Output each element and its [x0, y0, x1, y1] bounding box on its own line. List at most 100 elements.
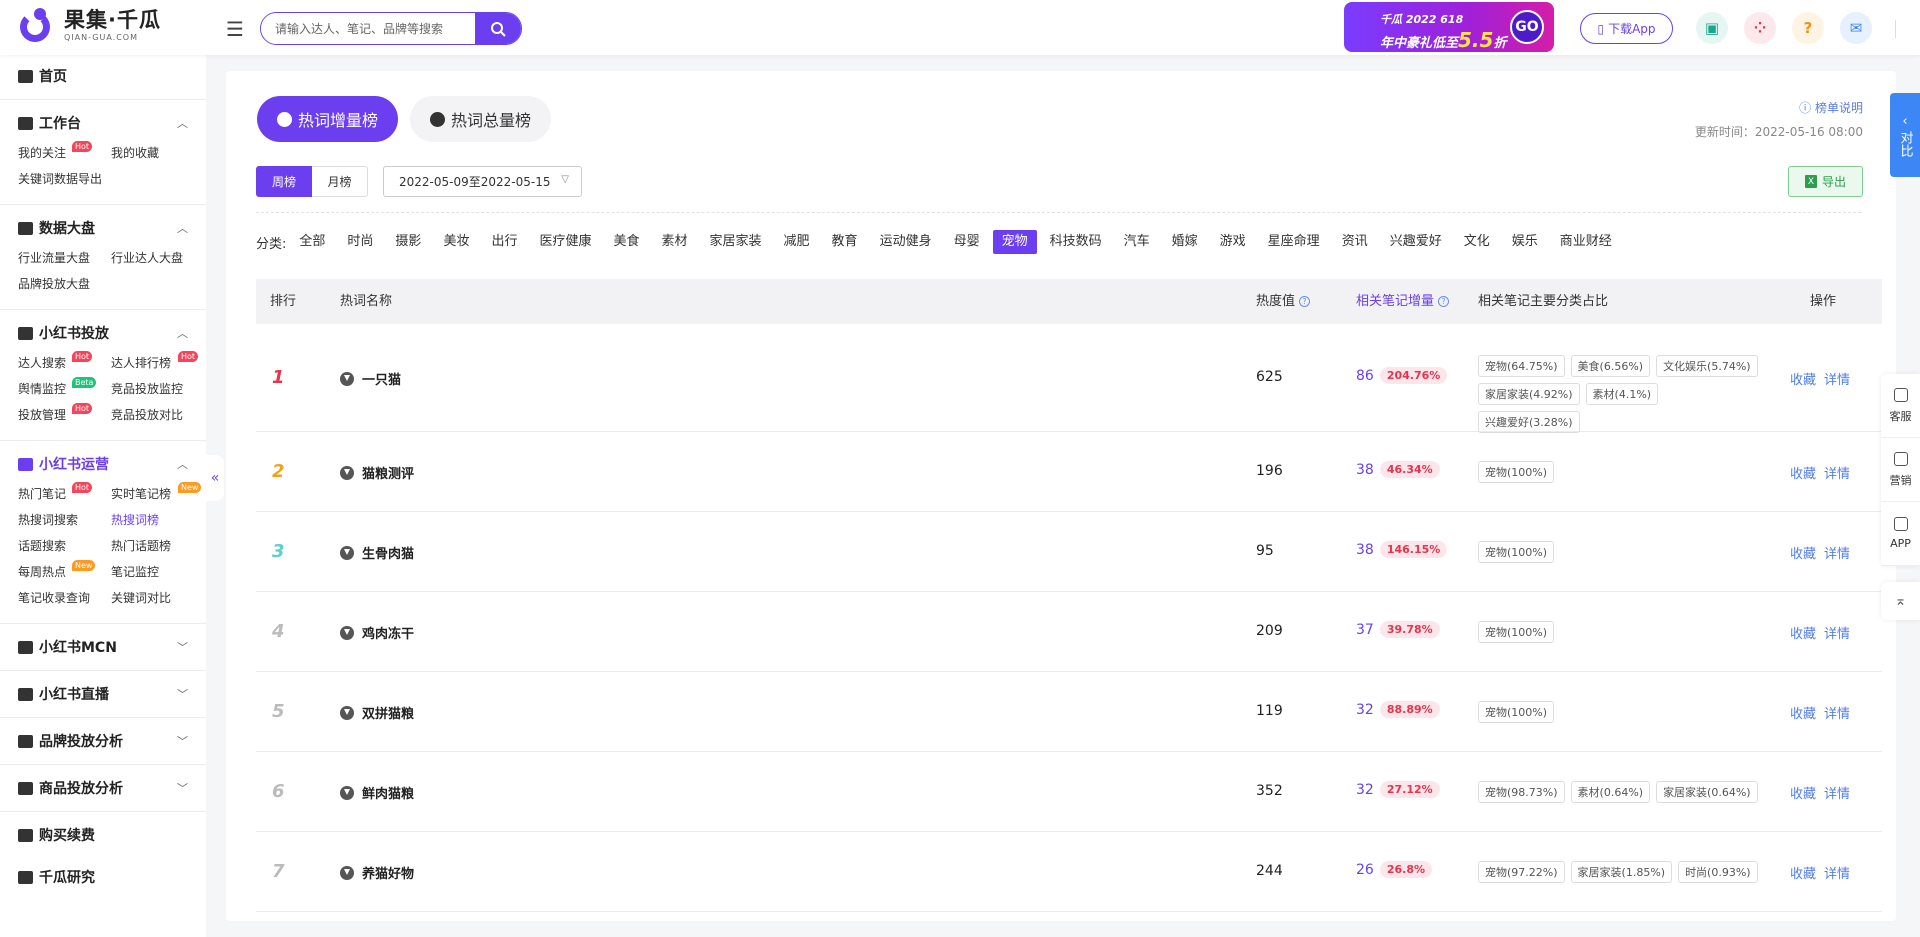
favorite-link[interactable]: 收藏 — [1790, 627, 1816, 642]
category-option[interactable]: 美食 — [604, 230, 648, 254]
col-inc[interactable]: 相关笔记增量? — [1356, 279, 1450, 324]
sidebar-item[interactable]: 我的关注 Hot — [18, 140, 111, 166]
detail-link[interactable]: 详情 — [1824, 787, 1850, 802]
category-option[interactable]: 家居家装 — [701, 230, 771, 254]
date-range-select[interactable]: 2022-05-09至2022-05-15 ▽ — [383, 166, 582, 197]
category-option[interactable]: 星座命理 — [1259, 230, 1329, 254]
category-option[interactable]: 娱乐 — [1503, 230, 1547, 254]
sidebar-item[interactable]: 热搜词搜索 — [18, 507, 111, 533]
gift-icon[interactable]: ▣ — [1696, 12, 1728, 44]
keyword-name[interactable]: 鸡肉冻干 — [340, 623, 414, 642]
keyword-name[interactable]: 猫粮测评 — [340, 463, 414, 482]
sidebar-more[interactable]: 千瓜研究 — [0, 854, 206, 902]
sidebar-item[interactable]: 行业达人大盘 — [111, 245, 204, 271]
keyword-name[interactable]: 养猫好物 — [340, 863, 414, 882]
keyword-name[interactable]: 一只猫 — [340, 369, 401, 388]
sidebar-section-header[interactable]: 小红书投放 ︿ — [18, 320, 206, 346]
category-option[interactable]: 科技数码 — [1041, 230, 1111, 254]
sidebar-item[interactable]: 竞品投放监控 — [111, 376, 204, 402]
search-button[interactable] — [475, 13, 521, 44]
sidebar-section-header[interactable]: 小红书运营 ︿ — [18, 451, 206, 477]
category-option[interactable]: 摄影 — [386, 230, 430, 254]
tab-total[interactable]: 热词总量榜 — [410, 96, 552, 142]
collapse-sidebar-icon[interactable]: « — [206, 455, 224, 501]
detail-link[interactable]: 详情 — [1824, 547, 1850, 562]
favorite-link[interactable]: 收藏 — [1790, 707, 1816, 722]
sidebar-item[interactable]: 热搜词榜 — [111, 507, 204, 533]
detail-link[interactable]: 详情 — [1824, 867, 1850, 882]
sidebar-item[interactable]: 关键词数据导出 — [18, 166, 111, 192]
category-option[interactable]: 运动健身 — [871, 230, 941, 254]
category-option[interactable]: 母婴 — [945, 230, 989, 254]
sidebar-item[interactable]: 话题搜索 — [18, 533, 111, 559]
download-app-button[interactable]: ▯ 下载App — [1580, 13, 1673, 44]
sidebar-item[interactable]: 达人排行榜 Hot — [111, 350, 204, 376]
sidebar-item[interactable]: 实时笔记榜 New — [111, 481, 204, 507]
sidebar-item[interactable]: 我的收藏 — [111, 140, 204, 166]
menu-toggle-icon[interactable]: ☰ — [226, 17, 244, 41]
app-tool[interactable]: APP — [1881, 502, 1920, 566]
sidebar-home[interactable]: 首页 — [0, 55, 206, 100]
category-option[interactable]: 素材 — [653, 230, 697, 254]
sidebar-buy[interactable]: 购买续费 — [0, 812, 206, 854]
detail-link[interactable]: 详情 — [1824, 627, 1850, 642]
help-icon[interactable]: ? — [1792, 12, 1824, 44]
sidebar-item[interactable]: 每周热点 New — [18, 559, 111, 585]
search-input[interactable] — [261, 13, 475, 44]
favorite-link[interactable]: 收藏 — [1790, 867, 1816, 882]
back-to-top-icon[interactable]: ⌅ — [1881, 582, 1920, 620]
category-option[interactable]: 全部 — [290, 230, 334, 254]
category-option[interactable]: 医疗健康 — [530, 230, 600, 254]
sidebar-item[interactable]: 品牌投放大盘 — [18, 271, 111, 297]
compare-tab[interactable]: ‹ 对比 — [1890, 93, 1920, 177]
category-option[interactable]: 宠物 — [992, 230, 1037, 254]
keyword-name[interactable]: 生骨肉猫 — [340, 543, 414, 562]
category-option[interactable]: 美妆 — [434, 230, 478, 254]
detail-link[interactable]: 详情 — [1824, 467, 1850, 482]
sidebar-section-collapsed[interactable]: 小红书MCN ﹀ — [0, 624, 206, 671]
category-option[interactable]: 出行 — [482, 230, 526, 254]
category-option[interactable]: 时尚 — [338, 230, 382, 254]
favorite-link[interactable]: 收藏 — [1790, 787, 1816, 802]
export-button[interactable]: X 导出 — [1788, 166, 1863, 197]
favorite-link[interactable]: 收藏 — [1790, 373, 1816, 388]
detail-link[interactable]: 详情 — [1824, 707, 1850, 722]
sidebar-item[interactable]: 关键词对比 — [111, 585, 204, 611]
sidebar-section-collapsed[interactable]: 商品投放分析 ﹀ — [0, 765, 206, 812]
keyword-name[interactable]: 鲜肉猫粮 — [340, 783, 414, 802]
logo[interactable]: 果集·千瓜 QIAN-GUA.COM — [18, 8, 161, 42]
sidebar-item[interactable]: 投放管理 Hot — [18, 402, 111, 428]
category-option[interactable]: 减肥 — [775, 230, 819, 254]
marketing-tool[interactable]: 营销 — [1881, 438, 1920, 502]
sidebar-item[interactable]: 笔记收录查询 — [18, 585, 111, 611]
sidebar-section-header[interactable]: 工作台 ︿ — [18, 110, 206, 136]
category-option[interactable]: 游戏 — [1211, 230, 1255, 254]
period-month[interactable]: 月榜 — [312, 166, 368, 197]
sidebar-section-collapsed[interactable]: 小红书直播 ﹀ — [0, 671, 206, 718]
sidebar-item[interactable]: 热门话题榜 — [111, 533, 204, 559]
sidebar-item[interactable]: 达人搜索 Hot — [18, 350, 111, 376]
category-option[interactable]: 汽车 — [1115, 230, 1159, 254]
message-icon[interactable]: ✉ — [1840, 12, 1872, 44]
sidebar-item[interactable]: 舆情监控 Beta — [18, 376, 111, 402]
category-option[interactable]: 婚嫁 — [1163, 230, 1207, 254]
sidebar-section-collapsed[interactable]: 品牌投放分析 ﹀ — [0, 718, 206, 765]
sidebar-item[interactable]: 热门笔记 Hot — [18, 481, 111, 507]
sidebar-item[interactable]: 竞品投放对比 — [111, 402, 204, 428]
category-option[interactable]: 商业财经 — [1551, 230, 1621, 254]
promo-go-button[interactable]: GO — [1510, 10, 1544, 44]
period-week[interactable]: 周榜 — [256, 166, 312, 197]
category-option[interactable]: 教育 — [823, 230, 867, 254]
service-tool[interactable]: 客服 — [1881, 374, 1920, 438]
keyword-name[interactable]: 双拼猫粮 — [340, 703, 414, 722]
apps-icon[interactable]: ⁘ — [1744, 12, 1776, 44]
sidebar-section-header[interactable]: 数据大盘 ︿ — [18, 215, 206, 241]
sidebar-item[interactable]: 笔记监控 — [111, 559, 204, 585]
tab-increment[interactable]: 热词增量榜 — [257, 96, 399, 142]
category-option[interactable]: 文化 — [1455, 230, 1499, 254]
sidebar-item[interactable]: 行业流量大盘 — [18, 245, 111, 271]
favorite-link[interactable]: 收藏 — [1790, 467, 1816, 482]
category-option[interactable]: 资讯 — [1333, 230, 1377, 254]
col-heat[interactable]: 热度值? — [1256, 279, 1311, 324]
category-option[interactable]: 兴趣爱好 — [1381, 230, 1451, 254]
